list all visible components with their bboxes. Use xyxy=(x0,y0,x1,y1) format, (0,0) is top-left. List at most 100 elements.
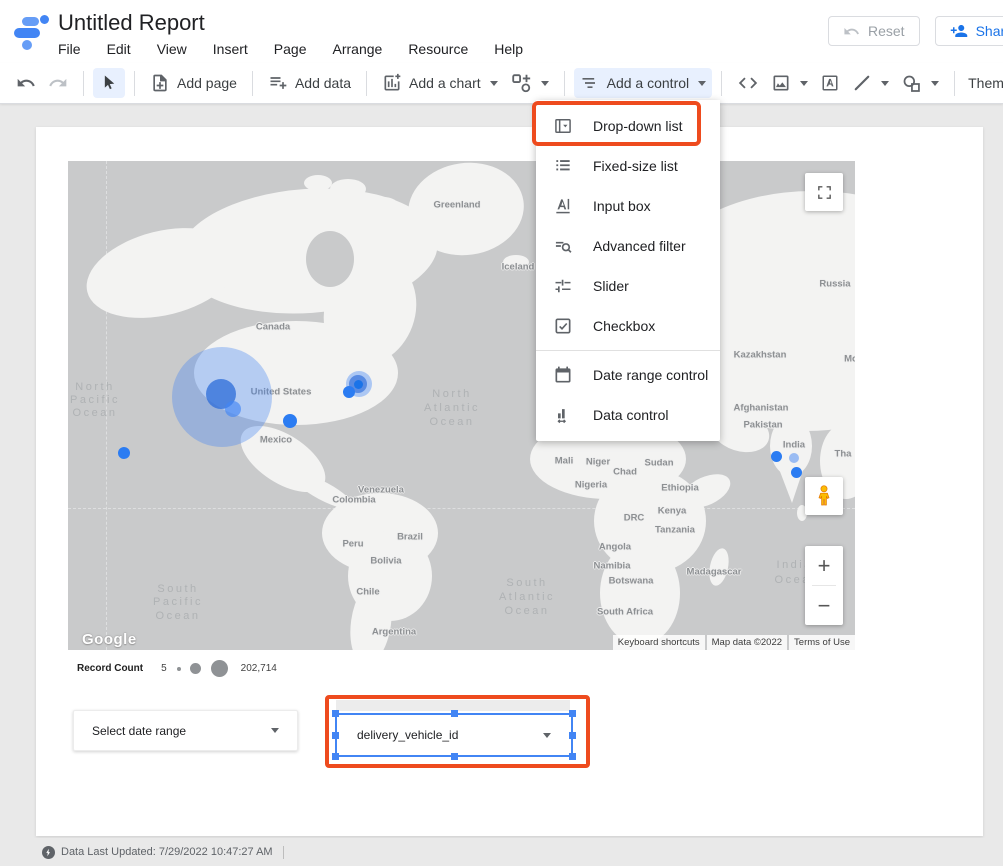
menu-insert[interactable]: Insert xyxy=(213,41,248,57)
zoom-out-button[interactable]: − xyxy=(805,586,843,625)
map-label: North xyxy=(75,381,114,393)
dropdown-list-icon xyxy=(553,116,573,136)
menu-item-label: Drop-down list xyxy=(593,118,682,134)
insert-shape-button[interactable] xyxy=(895,68,945,98)
map-fullscreen-button[interactable] xyxy=(805,173,843,211)
chevron-down-icon xyxy=(490,81,498,86)
map-label: Iceland xyxy=(502,262,535,273)
status-divider xyxy=(283,846,284,859)
vehicle-dropdown-control[interactable]: delivery_vehicle_id xyxy=(335,713,573,757)
chevron-down-icon xyxy=(271,728,279,733)
community-visualizations-button[interactable] xyxy=(504,68,555,98)
toolbar-divider xyxy=(564,71,565,96)
map-label: Ocean xyxy=(73,407,118,419)
code-icon xyxy=(737,72,759,94)
map-label: Kazakhstan xyxy=(734,350,787,361)
terms-of-use-link[interactable]: Terms of Use xyxy=(789,635,855,650)
map-label: Afghanistan xyxy=(734,403,789,414)
map-label: Chile xyxy=(356,587,379,598)
date-range-control[interactable]: Select date range xyxy=(73,710,298,751)
insert-text-button[interactable] xyxy=(814,68,846,98)
date-range-icon xyxy=(553,365,573,385)
report-title[interactable]: Untitled Report xyxy=(58,10,205,36)
add-data-button[interactable]: Add data xyxy=(262,68,357,98)
menu-item-input-box[interactable]: Input box xyxy=(536,186,720,226)
add-control-label: Add a control xyxy=(607,75,690,91)
menu-view[interactable]: View xyxy=(157,41,187,57)
map-bubble[interactable] xyxy=(771,451,782,462)
selection-handle[interactable] xyxy=(332,732,339,739)
report-page[interactable]: GreenlandIcelandCanadaUnited StatesMexic… xyxy=(36,127,983,836)
undo-button[interactable] xyxy=(10,68,42,98)
map-label: Russia xyxy=(819,279,850,290)
selection-handle[interactable] xyxy=(569,732,576,739)
map-bubble[interactable] xyxy=(789,453,799,463)
map-bubble[interactable] xyxy=(791,467,802,478)
theme-and-layout-button[interactable]: Theme and layout xyxy=(968,75,1003,91)
map-bubble[interactable] xyxy=(343,386,355,398)
redo-button[interactable] xyxy=(42,68,74,98)
selection-handle[interactable] xyxy=(332,753,339,760)
menu-item-slider[interactable]: Slider xyxy=(536,266,720,306)
map-bubble[interactable] xyxy=(118,447,130,459)
map-bubble[interactable] xyxy=(225,401,241,417)
geo-map[interactable]: GreenlandIcelandCanadaUnited StatesMexic… xyxy=(68,161,855,650)
selection-handle[interactable] xyxy=(569,710,576,717)
map-data-label: Map data ©2022 xyxy=(707,635,787,650)
zoom-in-button[interactable]: + xyxy=(805,546,843,585)
selection-handle[interactable] xyxy=(332,710,339,717)
menu-edit[interactable]: Edit xyxy=(107,41,131,57)
menu-resource[interactable]: Resource xyxy=(408,41,468,57)
insert-image-button[interactable] xyxy=(765,68,814,98)
menu-item-label: Advanced filter xyxy=(593,238,686,254)
add-data-label: Add data xyxy=(295,75,351,91)
redo-icon xyxy=(48,73,68,93)
map-label: Ocean xyxy=(156,610,201,622)
checkbox-icon xyxy=(553,316,573,336)
select-tool-button[interactable] xyxy=(93,68,125,98)
shape-icon xyxy=(901,73,922,94)
chevron-down-icon xyxy=(543,733,551,738)
add-chart-label: Add a chart xyxy=(409,75,481,91)
reset-label: Reset xyxy=(868,23,905,39)
menu-file[interactable]: File xyxy=(58,41,81,57)
add-control-button[interactable]: Add a control xyxy=(574,68,713,98)
data-studio-logo-icon[interactable] xyxy=(13,14,49,50)
add-page-button[interactable]: Add page xyxy=(144,68,243,98)
menu-item-drop-down-list[interactable]: Drop-down list xyxy=(536,106,720,146)
menu-item-fixed-size-list[interactable]: Fixed-size list xyxy=(536,146,720,186)
data-last-updated: Data Last Updated: 7/29/2022 10:47:27 AM xyxy=(61,846,273,858)
menu-arrange[interactable]: Arrange xyxy=(333,41,383,57)
map-attribution: Keyboard shortcuts Map data ©2022 Terms … xyxy=(611,635,855,650)
selection-handle[interactable] xyxy=(451,710,458,717)
map-label: Canada xyxy=(256,322,290,333)
menu-item-date-range-control[interactable]: Date range control xyxy=(536,355,720,395)
menu-help[interactable]: Help xyxy=(494,41,523,57)
map-label: Botswana xyxy=(609,576,654,587)
pegman-street-view-button[interactable] xyxy=(805,477,843,515)
menu-item-checkbox[interactable]: Checkbox xyxy=(536,306,720,346)
map-label: Nigeria xyxy=(575,480,607,491)
map-label: Sudan xyxy=(644,458,673,469)
chevron-down-icon xyxy=(541,81,549,86)
keyboard-shortcuts-link[interactable]: Keyboard shortcuts xyxy=(613,635,705,650)
legend-metric-label: Record Count xyxy=(77,663,143,674)
selection-handle[interactable] xyxy=(569,753,576,760)
advanced-filter-icon xyxy=(553,236,573,256)
menu-item-advanced-filter[interactable]: Advanced filter xyxy=(536,226,720,266)
menu-item-data-control[interactable]: Data control xyxy=(536,395,720,435)
map-label: Madagascar xyxy=(687,567,742,578)
toolbar-divider xyxy=(366,71,367,96)
map-label: Tha xyxy=(835,449,852,460)
map-label: Brazil xyxy=(397,532,423,543)
map-bubble[interactable] xyxy=(354,380,363,389)
share-button[interactable]: Share xyxy=(935,16,1003,46)
menu-page[interactable]: Page xyxy=(274,41,307,57)
add-chart-button[interactable]: Add a chart xyxy=(376,68,504,98)
map-bubble[interactable] xyxy=(283,414,297,428)
map-label: Colombia xyxy=(332,495,375,506)
reset-button[interactable]: Reset xyxy=(828,16,920,46)
selection-handle[interactable] xyxy=(451,753,458,760)
embed-url-button[interactable] xyxy=(731,68,765,98)
insert-line-button[interactable] xyxy=(846,68,895,98)
